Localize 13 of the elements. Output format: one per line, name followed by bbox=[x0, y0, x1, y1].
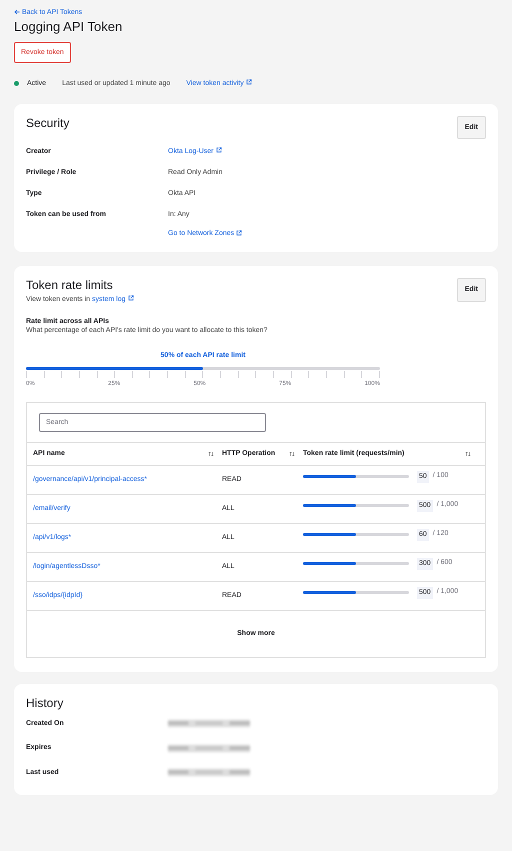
external-link-icon bbox=[128, 295, 134, 302]
section-title: Token rate limits bbox=[26, 278, 114, 293]
section-title: Security bbox=[26, 116, 70, 130]
section-title: History bbox=[26, 696, 64, 710]
sort-icon bbox=[465, 451, 471, 457]
sort-icon bbox=[208, 451, 214, 457]
external-link-icon bbox=[216, 147, 222, 154]
external-link-icon bbox=[246, 79, 252, 86]
page-title: Logging API Token bbox=[14, 19, 124, 35]
sort-icon bbox=[289, 451, 295, 457]
arrow-left-icon bbox=[14, 8, 20, 14]
slider-track[interactable] bbox=[26, 367, 380, 370]
external-link-icon bbox=[236, 230, 242, 236]
